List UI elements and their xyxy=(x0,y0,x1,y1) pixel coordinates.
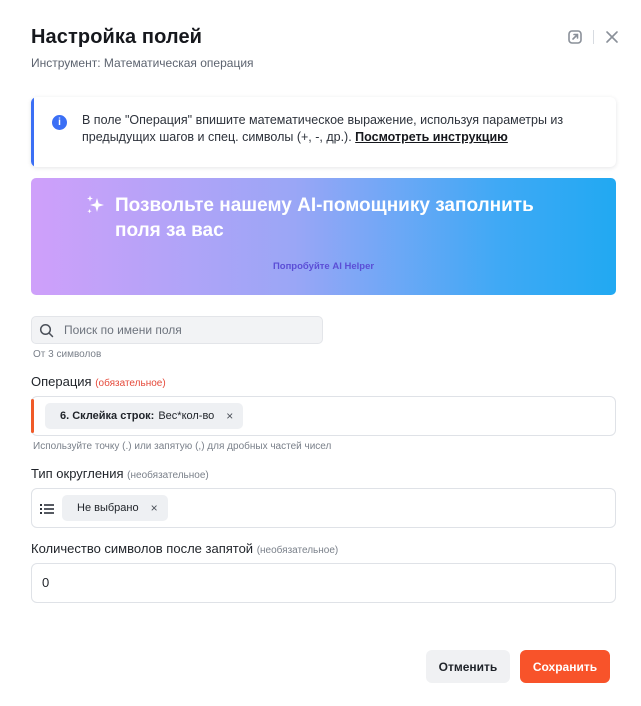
rounding-select[interactable]: Не выбрано × xyxy=(31,488,616,528)
cancel-button[interactable]: Отменить xyxy=(426,650,510,683)
info-accent-bar xyxy=(31,97,34,167)
optional-badge: (необязательное) xyxy=(256,545,339,556)
close-icon[interactable] xyxy=(603,28,621,46)
ai-helper-banner[interactable]: Позвольте нашему AI-помощнику заполнить … xyxy=(31,178,616,295)
operation-field[interactable]: 6. Склейка строк: Вес*кол-во × xyxy=(31,396,616,436)
info-callout: i В поле "Операция" впишите математическ… xyxy=(31,97,616,167)
decimals-value: 0 xyxy=(42,575,50,590)
rounding-tag-value: Не выбрано xyxy=(77,502,139,514)
save-button[interactable]: Сохранить xyxy=(520,650,610,683)
decimals-input[interactable]: 0 xyxy=(31,563,616,603)
decimals-label-text: Количество символов после запятой xyxy=(31,541,254,556)
operation-hint: Используйте точку (.) или запятую (,) дл… xyxy=(33,441,332,452)
header-actions xyxy=(566,28,621,46)
header-divider xyxy=(593,30,594,44)
remove-tag-icon[interactable]: × xyxy=(151,501,158,515)
operation-label: Операция (обязательное) xyxy=(31,374,166,389)
info-icon: i xyxy=(52,115,67,130)
instruction-link[interactable]: Посмотреть инструкцию xyxy=(355,130,508,144)
info-text: В поле "Операция" впишите математическое… xyxy=(82,112,604,146)
optional-badge: (необязательное) xyxy=(127,470,209,481)
field-search xyxy=(31,316,323,344)
sparkle-icon xyxy=(87,195,104,214)
search-input[interactable] xyxy=(64,317,314,343)
decimals-label: Количество символов после запятой (необя… xyxy=(31,541,338,556)
dialog-subtitle: Инструмент: Математическая операция xyxy=(31,56,254,70)
operation-tag-value: Вес*кол-во xyxy=(158,410,215,422)
rounding-label-text: Тип округления xyxy=(31,466,124,481)
search-icon xyxy=(39,323,54,338)
required-badge: (обязательное) xyxy=(95,378,166,389)
try-ai-helper-link[interactable]: Попробуйте AI Helper xyxy=(31,261,616,272)
rounding-label: Тип округления (необязательное) xyxy=(31,466,209,481)
rounding-tag[interactable]: Не выбрано × xyxy=(62,495,168,521)
operation-tag[interactable]: 6. Склейка строк: Вес*кол-во × xyxy=(45,403,244,429)
dialog-title: Настройка полей xyxy=(31,26,203,48)
remove-tag-icon[interactable]: × xyxy=(226,409,233,423)
list-icon xyxy=(40,504,54,514)
dialog-header: Настройка полей Инструмент: Математическ… xyxy=(31,26,621,76)
operation-label-text: Операция xyxy=(31,374,92,389)
open-external-icon[interactable] xyxy=(566,28,584,46)
operation-tag-source: 6. Склейка строк: xyxy=(60,410,155,422)
search-hint: От 3 символов xyxy=(33,349,102,360)
ai-helper-headline: Позвольте нашему AI-помощнику заполнить … xyxy=(115,195,534,241)
